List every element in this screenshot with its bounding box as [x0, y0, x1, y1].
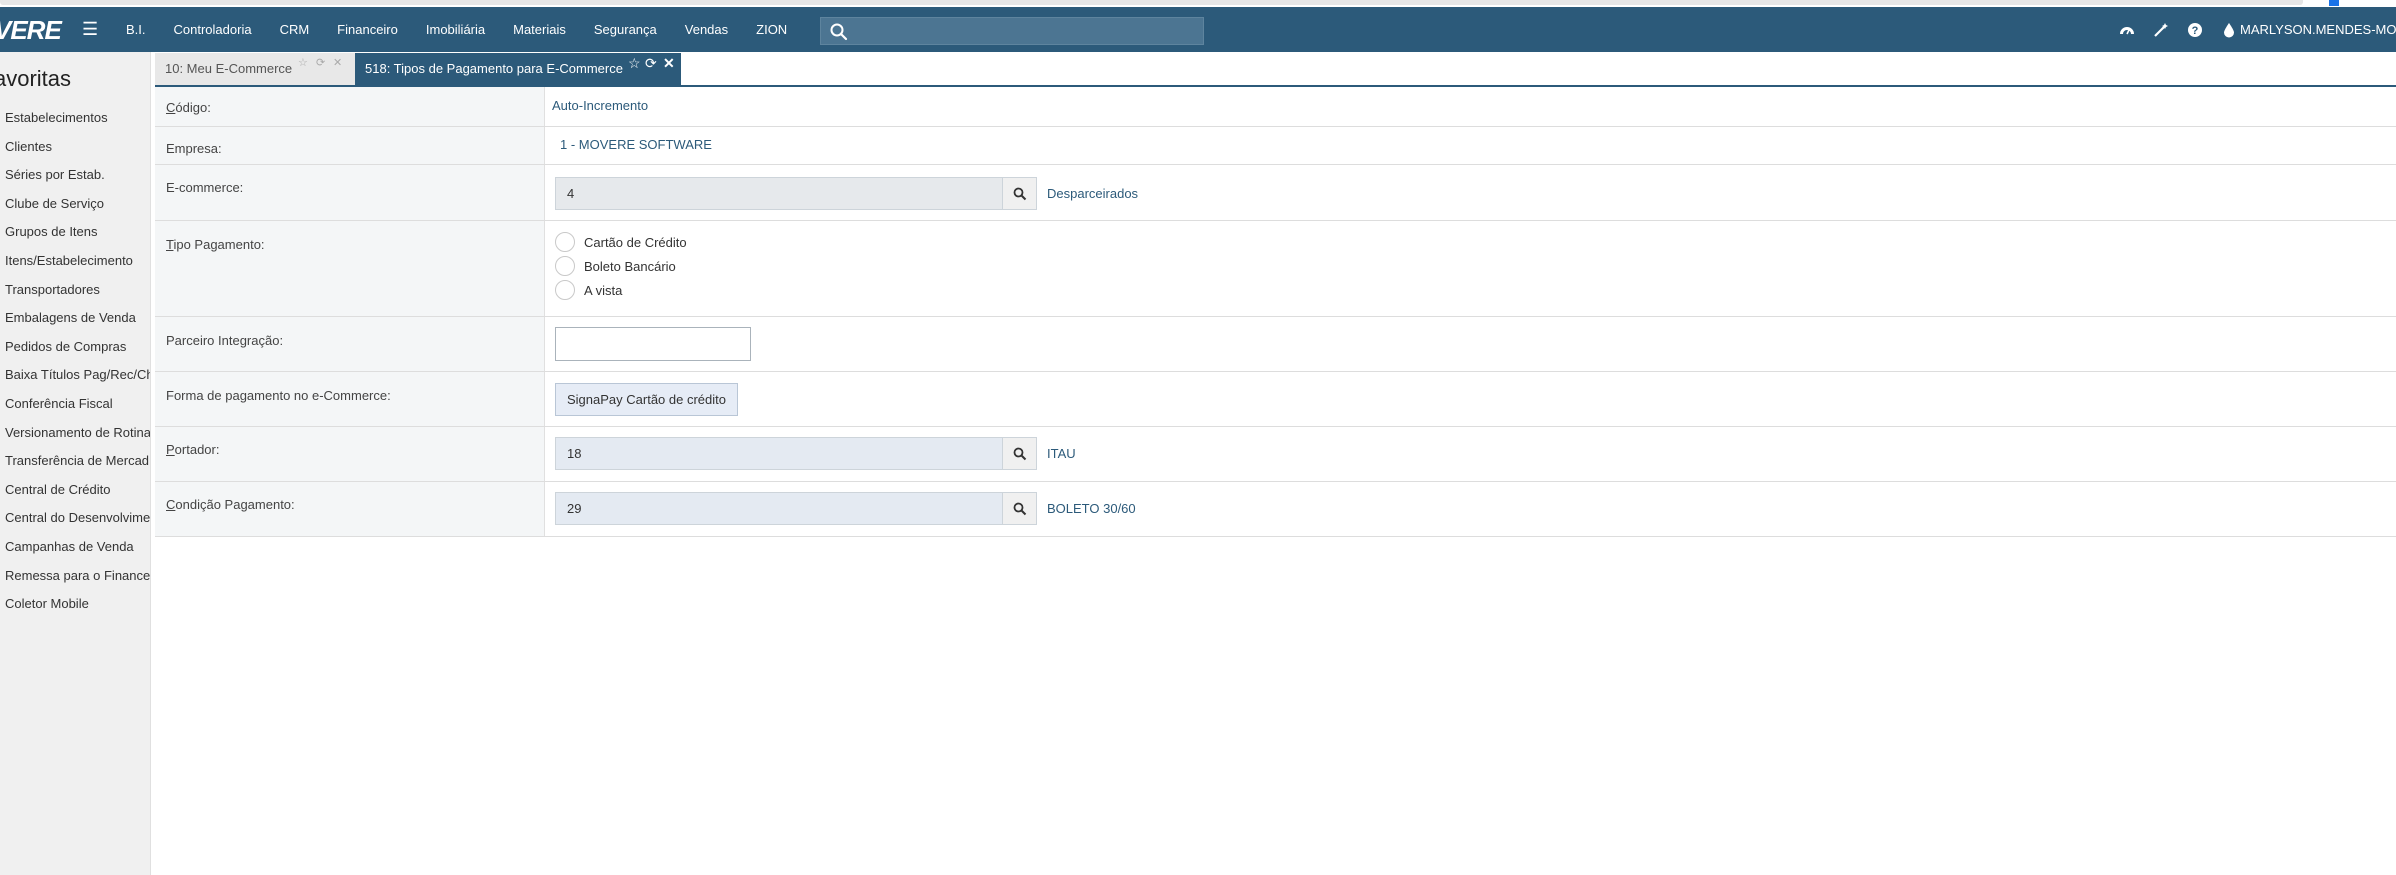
form-row-ecommerce: E-commerce: 4 Desparceirados [155, 165, 2396, 221]
top-navigation-bar: VERE ☰ B.I. Controladoria CRM Financeiro… [0, 7, 2396, 52]
star-icon[interactable]: ☆ [628, 47, 641, 79]
forma-pagamento-select[interactable]: SignaPay Cartão de crédito [555, 383, 738, 416]
sidebar-item-series[interactable]: Séries por Estab. [0, 161, 150, 190]
main-menu: B.I. Controladoria CRM Financeiro Imobil… [112, 7, 801, 52]
form-row-tipo-pagamento: Tipo Pagamento: Cartão de Crédito Boleto… [155, 221, 2396, 317]
payment-type-form: Código: Auto-Incremento Empresa: 1 - MOV… [155, 87, 2396, 537]
menu-item-vendas[interactable]: Vendas [671, 22, 742, 37]
search-input[interactable] [855, 21, 1199, 43]
search-icon [1013, 447, 1026, 460]
menu-item-zion[interactable]: ZION [742, 22, 801, 37]
menu-item-controladoria[interactable]: Controladoria [160, 22, 266, 37]
form-row-condicao: Condição Pagamento: 29 BOLETO 30/60 [155, 482, 2396, 537]
refresh-icon[interactable]: ⟳ [645, 47, 657, 79]
menu-item-imobiliaria[interactable]: Imobiliária [412, 22, 499, 37]
browser-tab-bar [0, 0, 2303, 5]
form-row-parceiro: Parceiro Integração: [155, 317, 2396, 372]
radio-circle[interactable] [555, 256, 575, 276]
sidebar-item-campanhas[interactable]: Campanhas de Venda [0, 533, 150, 562]
sidebar-item-clube-servico[interactable]: Clube de Serviço [0, 190, 150, 219]
search-icon [1013, 187, 1026, 200]
condicao-description: BOLETO 30/60 [1047, 501, 1136, 516]
favorites-sidebar: avoritas Estabelecimentos Clientes Série… [0, 52, 151, 875]
refresh-icon[interactable]: ⟳ [316, 47, 325, 79]
tab-label: 10: Meu E-Commerce [165, 61, 293, 76]
favorites-list: Estabelecimentos Clientes Séries por Est… [0, 104, 150, 619]
sidebar-item-remessa[interactable]: Remessa para o Finance [0, 562, 150, 591]
field-label-empresa: Empresa: [155, 127, 545, 164]
menu-item-materiais[interactable]: Materiais [499, 22, 580, 37]
star-icon[interactable]: ☆ [298, 47, 308, 79]
sidebar-title: avoritas [0, 66, 72, 91]
portador-input[interactable]: 18 [555, 437, 1003, 470]
browser-indicator [2329, 0, 2339, 6]
help-icon[interactable]: ? [2178, 7, 2212, 52]
tab-label: 518: Tipos de Pagamento para E-Commerce [365, 61, 623, 76]
field-label-forma-pagamento: Forma de pagamento no e-Commerce: [155, 372, 545, 426]
close-icon[interactable]: ✕ [333, 47, 342, 79]
menu-item-financeiro[interactable]: Financeiro [323, 22, 412, 37]
ecommerce-lookup-button[interactable] [1003, 177, 1037, 210]
sidebar-item-estabelecimentos[interactable]: Estabelecimentos [0, 104, 150, 133]
field-label-codigo: Código: [155, 87, 545, 126]
ecommerce-description: Desparceirados [1047, 186, 1139, 201]
tab-tipos-pagamento[interactable]: 518: Tipos de Pagamento para E-Commerce … [355, 53, 681, 85]
browser-frame-strip [0, 0, 2396, 7]
sidebar-item-transferencia[interactable]: Transferência de Mercad [0, 447, 150, 476]
condicao-pagamento-input[interactable]: 29 [555, 492, 1003, 525]
condicao-lookup-button[interactable] [1003, 492, 1037, 525]
app-logo[interactable]: VERE [0, 15, 62, 46]
menu-item-bi[interactable]: B.I. [112, 22, 160, 37]
radio-cartao-credito[interactable]: Cartão de Crédito [555, 231, 687, 253]
field-label-portador: Portador: [155, 427, 545, 481]
menu-item-crm[interactable]: CRM [266, 22, 324, 37]
radio-a-vista[interactable]: A vista [555, 279, 622, 301]
sidebar-item-versionamento[interactable]: Versionamento de Rotina [0, 419, 150, 448]
global-search-box[interactable] [820, 17, 1204, 45]
field-label-condicao: Condição Pagamento: [155, 482, 545, 536]
radio-circle[interactable] [555, 280, 575, 300]
radio-boleto-bancario[interactable]: Boleto Bancário [555, 255, 676, 277]
sidebar-item-grupos-itens[interactable]: Grupos de Itens [0, 218, 150, 247]
sidebar-item-pedidos-compras[interactable]: Pedidos de Compras [0, 333, 150, 362]
sidebar-item-conferencia-fiscal[interactable]: Conferência Fiscal [0, 390, 150, 419]
radio-circle[interactable] [555, 232, 575, 252]
field-label-tipo-pagamento: Tipo Pagamento: [155, 221, 545, 316]
ecommerce-input[interactable]: 4 [555, 177, 1003, 210]
form-row-codigo: Código: Auto-Incremento [155, 87, 2396, 127]
field-label-ecommerce: E-commerce: [155, 165, 545, 220]
form-row-portador: Portador: 18 ITAU [155, 427, 2396, 482]
empresa-value: 1 - MOVERE SOFTWARE [560, 137, 712, 152]
sidebar-item-central-desenvolvimento[interactable]: Central do Desenvolvime [0, 504, 150, 533]
close-icon[interactable]: ✕ [663, 47, 675, 79]
sidebar-item-coletor-mobile[interactable]: Coletor Mobile [0, 590, 150, 619]
sidebar-item-baixa-titulos[interactable]: Baixa Títulos Pag/Rec/Ch [0, 361, 150, 390]
sidebar-item-clientes[interactable]: Clientes [0, 133, 150, 162]
sidebar-item-transportadores[interactable]: Transportadores [0, 276, 150, 305]
codigo-value: Auto-Incremento [552, 98, 649, 113]
sidebar-item-itens-estabelecimento[interactable]: Itens/Estabelecimento [0, 247, 150, 276]
search-icon [830, 23, 848, 41]
search-icon [1013, 502, 1026, 515]
top-icon-group: ? [2110, 7, 2246, 52]
user-name[interactable]: MARLYSON.MENDES-MO [2240, 22, 2396, 37]
portador-description: ITAU [1047, 446, 1076, 461]
form-row-empresa: Empresa: 1 - MOVERE SOFTWARE [155, 127, 2396, 165]
form-row-forma-pagamento: Forma de pagamento no e-Commerce: SignaP… [155, 372, 2396, 427]
parceiro-integracao-input[interactable] [555, 327, 751, 361]
field-label-parceiro: Parceiro Integração: [155, 317, 545, 371]
menu-item-seguranca[interactable]: Segurança [580, 22, 671, 37]
sidebar-item-embalagens[interactable]: Embalagens de Venda [0, 304, 150, 333]
magic-wand-icon[interactable] [2144, 7, 2178, 52]
portador-lookup-button[interactable] [1003, 437, 1037, 470]
svg-text:?: ? [2192, 25, 2199, 37]
dashboard-icon[interactable] [2110, 7, 2144, 52]
sidebar-item-central-credito[interactable]: Central de Crédito [0, 476, 150, 505]
hamburger-menu-icon[interactable]: ☰ [82, 19, 98, 40]
tab-meu-ecommerce[interactable]: 10: Meu E-Commerce ☆ ⟳ ✕ [155, 53, 355, 85]
